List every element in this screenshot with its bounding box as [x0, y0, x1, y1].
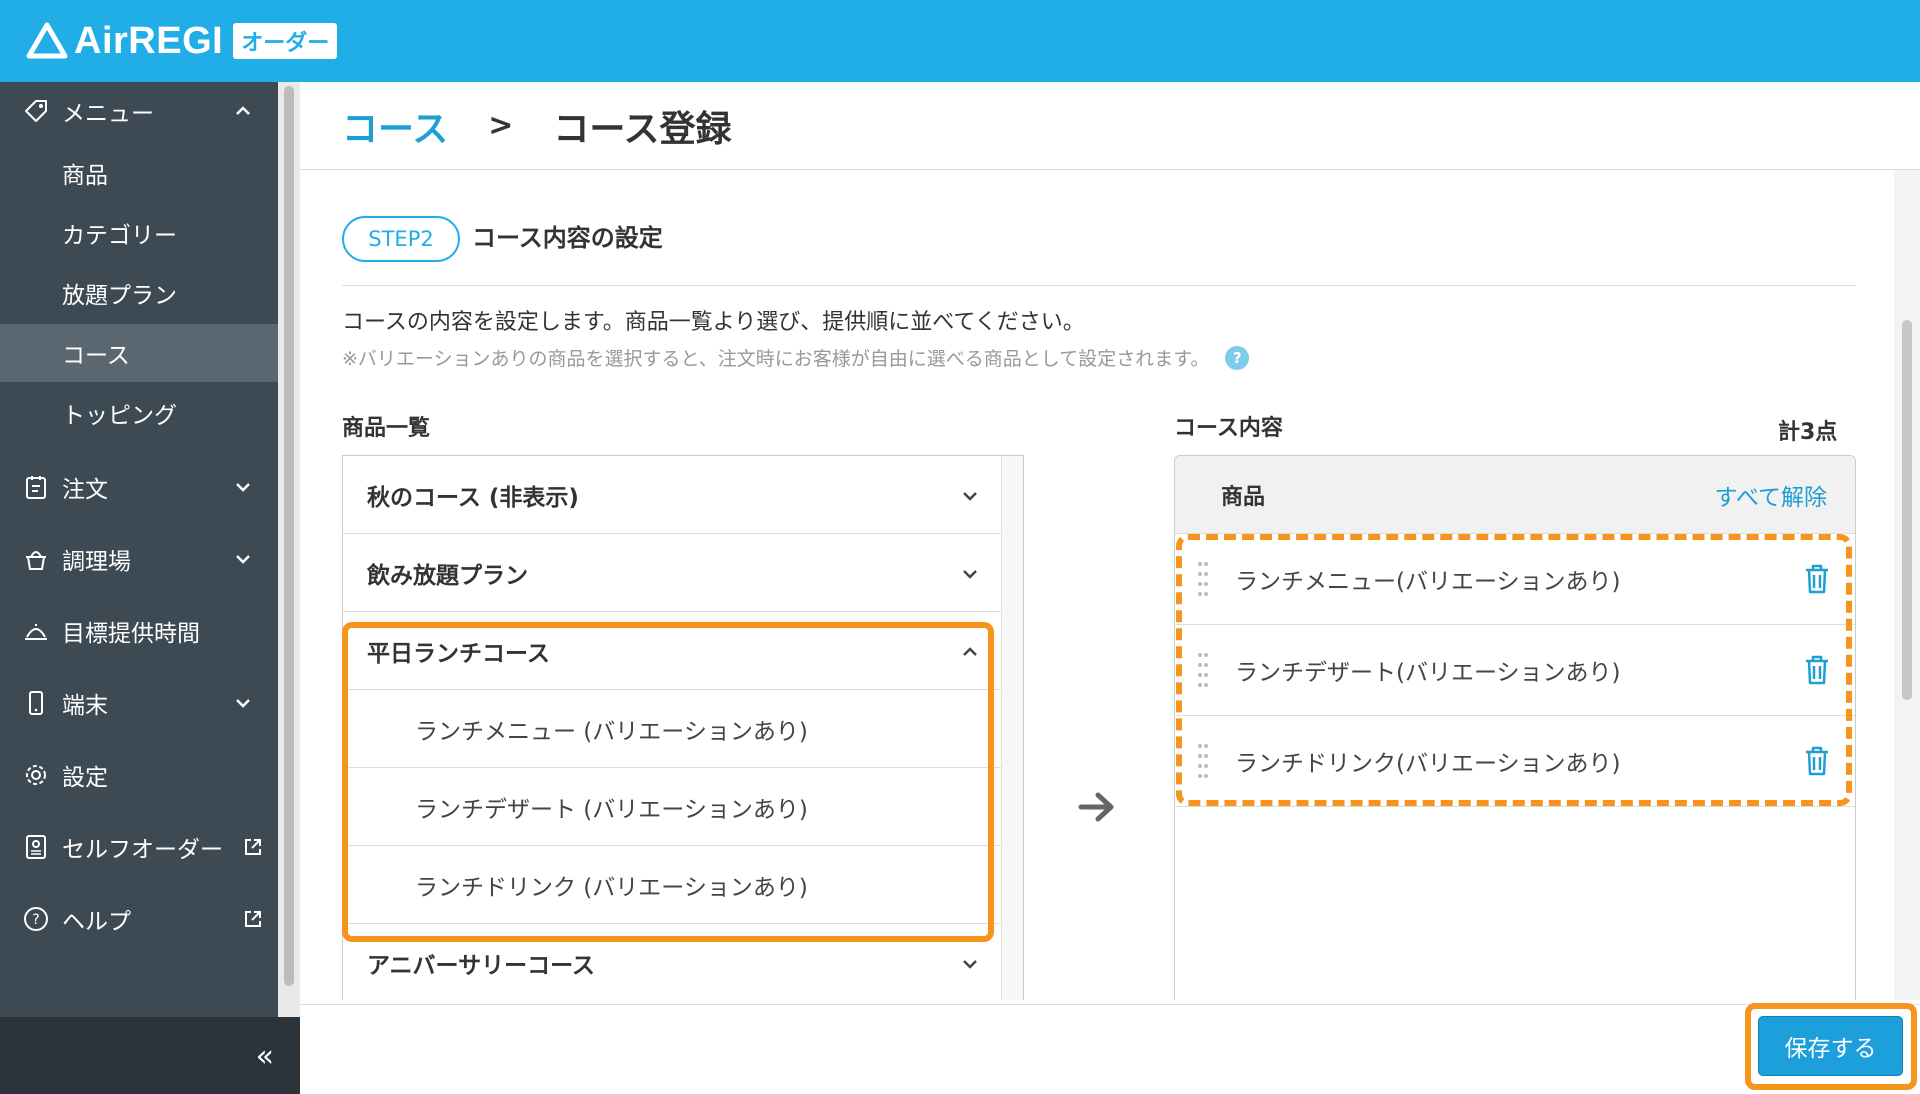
- kitchen-icon: [26, 551, 46, 570]
- logo-icon: [26, 22, 68, 59]
- cloche-icon: [25, 624, 47, 640]
- sidebar-subitem-topping[interactable]: トッピング: [0, 384, 278, 442]
- chevron-down-icon: [236, 483, 250, 492]
- sidebar-item-help[interactable]: ? ヘルプ: [0, 890, 278, 948]
- highlight-selected-category: [342, 622, 994, 942]
- chevron-down-icon: [963, 492, 977, 501]
- step-title: コース内容の設定: [472, 224, 663, 252]
- external-link-icon: [245, 839, 261, 855]
- sidebar: メニュー 商品 カテゴリー 放題プラン コース トッピング 注文 調理場 目標提…: [0, 82, 278, 1017]
- course-header-label: 商品: [1221, 484, 1266, 510]
- sidebar-scroll-thumb[interactable]: [284, 86, 294, 986]
- category-name: アニバーサリーコース: [367, 952, 595, 979]
- app-name: AirREGI: [74, 19, 224, 62]
- course-item-count: 計3点: [1778, 420, 1838, 445]
- arrow-right-icon: [1078, 792, 1114, 822]
- tag-icon: [25, 100, 47, 122]
- gear-icon: [26, 765, 46, 785]
- sidebar-item-label: 端末: [62, 693, 108, 719]
- main-scrollbar[interactable]: [1894, 170, 1920, 1000]
- sidebar-item-menu[interactable]: メニュー: [0, 82, 278, 140]
- help-icon: ?: [24, 907, 48, 931]
- sidebar-item-settings[interactable]: 設定: [0, 746, 278, 804]
- svg-text:?: ?: [32, 912, 39, 928]
- category-row[interactable]: 飲み放題プラン: [343, 534, 1001, 612]
- description-text: コースの内容を設定します。商品一覧より選び、提供順に並べてください。: [342, 310, 1085, 335]
- chevron-up-icon: [236, 106, 250, 115]
- breadcrumb-course-link[interactable]: コース: [342, 100, 448, 152]
- category-name: 秋のコース (非表示): [367, 484, 579, 511]
- sidebar-scrollbar[interactable]: [278, 82, 300, 1017]
- sidebar-item-label: 目標提供時間: [62, 621, 200, 647]
- sidebar-subitem-plan[interactable]: 放題プラン: [0, 264, 278, 322]
- save-button[interactable]: 保存する: [1758, 1016, 1903, 1076]
- sidebar-subitem-course[interactable]: コース: [0, 324, 278, 382]
- sidebar-item-label: 調理場: [62, 549, 131, 575]
- product-list-scrollbar[interactable]: [1001, 456, 1023, 1000]
- chevron-down-icon: [963, 570, 977, 579]
- footer-bar: [300, 1004, 1920, 1094]
- sidebar-item-label: 注文: [62, 477, 108, 503]
- help-tooltip-icon[interactable]: ?: [1225, 345, 1250, 370]
- step-badge: STEP2: [342, 216, 460, 262]
- course-content-header: 商品 すべて解除: [1175, 456, 1855, 534]
- app-badge: オーダー: [233, 23, 338, 59]
- sidebar-item-label: 設定: [62, 765, 108, 791]
- step-header: STEP2 コース内容の設定: [342, 216, 1856, 286]
- order-icon: [26, 476, 46, 499]
- sidebar-item-label: メニュー: [62, 101, 154, 127]
- category-row[interactable]: 秋のコース (非表示): [343, 456, 1001, 534]
- product-list-title: 商品一覧: [342, 416, 431, 441]
- sidebar-item-order[interactable]: 注文: [0, 458, 278, 516]
- chevron-down-icon: [236, 699, 250, 708]
- sidebar-footer: «: [0, 1017, 300, 1094]
- course-content-title: コース内容: [1174, 416, 1283, 441]
- sidebar-subitem-category[interactable]: カテゴリー: [0, 204, 278, 262]
- phone-icon: [29, 691, 43, 715]
- variation-note-text: ※バリエーションありの商品を選択すると、注文時にお客様が自由に選べる商品として設…: [342, 348, 1210, 370]
- sidebar-item-self-order[interactable]: セルフオーダー: [0, 818, 278, 876]
- chevron-down-icon: [963, 960, 977, 969]
- selforder-icon: [26, 835, 46, 859]
- breadcrumb-separator: >: [488, 108, 514, 143]
- collapse-sidebar-button[interactable]: «: [256, 1039, 274, 1074]
- app-logo[interactable]: AirREGI オーダー: [26, 19, 338, 63]
- clear-all-button[interactable]: すべて解除: [1715, 478, 1827, 512]
- sidebar-item-kitchen[interactable]: 調理場: [0, 530, 278, 588]
- chevron-down-icon: [236, 555, 250, 564]
- breadcrumb: コース > コース登録: [300, 82, 1920, 170]
- sidebar-item-device[interactable]: 端末: [0, 674, 278, 732]
- page-title: コース登録: [553, 108, 732, 150]
- sidebar-item-target-time[interactable]: 目標提供時間: [0, 602, 278, 660]
- sidebar-item-label: ヘルプ: [62, 909, 131, 935]
- sidebar-subitem-products[interactable]: 商品: [0, 144, 278, 202]
- highlight-course-items: [1176, 534, 1852, 806]
- category-name: 飲み放題プラン: [367, 562, 528, 589]
- main-content: STEP2 コース内容の設定 コースの内容を設定します。商品一覧より選び、提供順…: [300, 170, 1894, 1000]
- main-scroll-thumb[interactable]: [1902, 320, 1912, 700]
- sidebar-item-label: セルフオーダー: [62, 837, 223, 863]
- variation-note: ※バリエーションありの商品を選択すると、注文時にお客様が自由に選べる商品として設…: [342, 344, 1250, 371]
- external-link-icon: [245, 911, 261, 927]
- top-bar: AirREGI オーダー: [0, 0, 1920, 82]
